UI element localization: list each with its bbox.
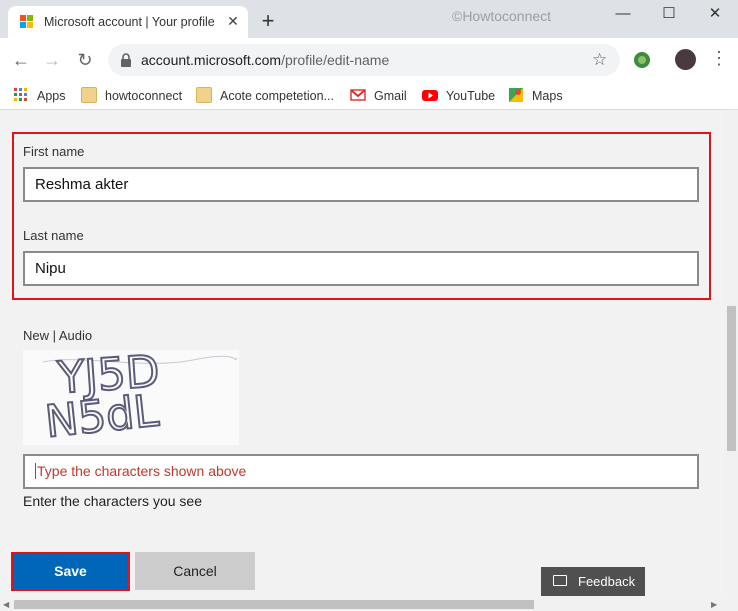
browser-menu-icon[interactable]: ⋮	[710, 48, 728, 69]
scroll-left-arrow-icon[interactable]: ◀	[3, 600, 9, 609]
feedback-icon	[553, 575, 567, 586]
extension-icon[interactable]	[632, 50, 652, 70]
captcha-image: YJ5D N5dL	[23, 350, 239, 445]
watermark: ©Howtoconnect	[452, 8, 552, 24]
cancel-button[interactable]: Cancel	[135, 552, 255, 590]
bookmark-label: YouTube	[446, 89, 496, 103]
horizontal-scroll-thumb[interactable]	[14, 600, 534, 609]
last-name-label: Last name	[23, 228, 84, 243]
tab-microsoft-account[interactable]: Microsoft account | Your profile | ✕	[8, 6, 248, 38]
bookmark-label: Gmail	[374, 89, 407, 103]
new-tab-button[interactable]: +	[258, 10, 278, 32]
captcha-input[interactable]: Type the characters shown above	[23, 454, 699, 489]
minimize-button[interactable]: —	[600, 0, 646, 30]
bookmark-gmail[interactable]: Gmail	[350, 86, 407, 106]
last-name-field[interactable]: Nipu	[23, 251, 699, 286]
captcha-hint: Enter the characters you see	[23, 493, 202, 509]
tab-title: Microsoft account | Your profile |	[44, 15, 216, 29]
bookmarks-bar: Apps howtoconnect Acote competetion... G…	[0, 82, 738, 110]
tab-close-icon[interactable]: ✕	[224, 12, 242, 30]
vertical-scroll-thumb[interactable]	[727, 306, 736, 451]
page-content: First name Reshma akter Last name Nipu N…	[0, 111, 725, 598]
lock-icon	[121, 53, 131, 67]
horizontal-scrollbar[interactable]: ◀ ▶	[0, 598, 738, 611]
maps-icon	[509, 88, 523, 102]
gmail-icon	[350, 89, 366, 101]
back-button[interactable]: ←	[9, 48, 33, 72]
url-text: account.microsoft.com/profile/edit-name	[141, 52, 389, 68]
scroll-right-arrow-icon[interactable]: ▶	[711, 600, 717, 609]
browser-toolbar: ← → ↻ account.microsoft.com/profile/edit…	[0, 38, 738, 82]
maximize-button[interactable]: ☐	[646, 0, 692, 30]
browser-window: Microsoft account | Your profile | ✕ + ©…	[0, 0, 738, 611]
bookmark-star-icon[interactable]: ☆	[592, 50, 607, 70]
bookmark-label: Apps	[37, 89, 66, 103]
text-caret	[35, 463, 36, 479]
captcha-new-audio-links[interactable]: New | Audio	[23, 328, 92, 343]
folder-icon	[81, 87, 97, 103]
forward-button[interactable]: →	[40, 48, 64, 72]
address-bar[interactable]: account.microsoft.com/profile/edit-name …	[108, 44, 620, 76]
captcha-placeholder: Type the characters shown above	[37, 463, 247, 479]
feedback-label: Feedback	[578, 574, 636, 589]
bookmark-maps[interactable]: Maps	[508, 86, 563, 106]
save-button[interactable]: Save	[11, 552, 130, 591]
folder-icon	[196, 87, 212, 103]
bookmark-label: Acote competetion...	[220, 89, 334, 103]
microsoft-logo-icon	[20, 15, 34, 29]
close-window-button[interactable]: ✕	[692, 0, 738, 30]
url-host: account.microsoft.com	[141, 52, 282, 68]
bookmark-howtoconnect[interactable]: howtoconnect	[81, 86, 182, 106]
bookmark-acote[interactable]: Acote competetion...	[196, 86, 334, 106]
reload-button[interactable]: ↻	[73, 48, 97, 72]
url-path: /profile/edit-name	[281, 52, 390, 68]
bookmark-apps[interactable]: Apps	[13, 86, 66, 106]
profile-avatar[interactable]	[675, 49, 696, 70]
tab-strip: Microsoft account | Your profile | ✕ + ©…	[0, 0, 738, 38]
youtube-icon	[422, 90, 438, 101]
first-name-field[interactable]: Reshma akter	[23, 167, 699, 202]
vertical-scrollbar[interactable]	[725, 111, 738, 598]
bookmark-youtube[interactable]: YouTube	[422, 86, 495, 106]
first-name-label: First name	[23, 144, 85, 159]
bookmark-label: howtoconnect	[105, 89, 183, 103]
feedback-button[interactable]: Feedback	[541, 567, 645, 596]
bookmark-label: Maps	[532, 89, 563, 103]
apps-grid-icon	[14, 88, 27, 101]
